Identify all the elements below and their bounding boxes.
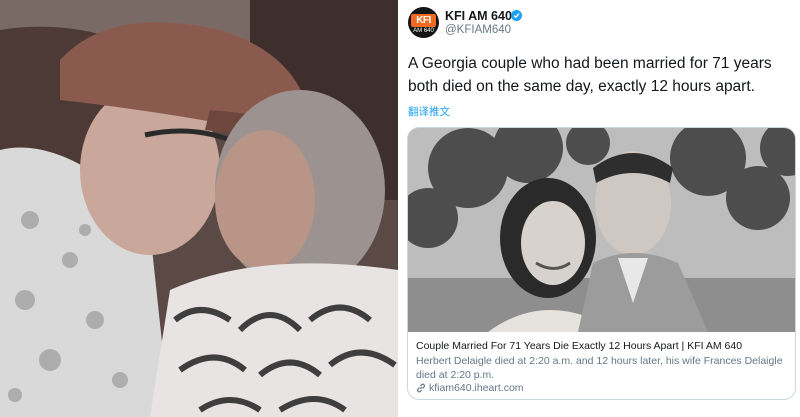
- link-icon: [416, 383, 426, 396]
- account-display-name[interactable]: KFI AM 640: [445, 9, 512, 23]
- card-link[interactable]: kfiam640.iheart.com: [416, 382, 524, 396]
- card-domain: kfiam640.iheart.com: [429, 382, 524, 394]
- avatar-logo-text: KFI: [411, 14, 436, 27]
- tweet-panel: KFI AM 640 KFI AM 640 @KFIAM640 A Georgi…: [400, 0, 800, 417]
- card-title[interactable]: Couple Married For 71 Years Die Exactly …: [416, 340, 742, 352]
- translate-tweet-link[interactable]: 翻译推文: [408, 104, 450, 119]
- elderly-couple-photo: [0, 0, 398, 417]
- link-preview-card[interactable]: Couple Married For 71 Years Die Exactly …: [407, 127, 796, 400]
- card-image-vintage-couple: [408, 128, 795, 332]
- account-handle[interactable]: @KFIAM640: [445, 24, 511, 36]
- card-description: Herbert Delaigle died at 2:20 a.m. and 1…: [416, 355, 783, 381]
- avatar-logo-subtext: AM 640: [413, 28, 434, 34]
- account-avatar[interactable]: KFI AM 640: [408, 7, 439, 38]
- verified-badge-icon: [511, 10, 522, 21]
- tweet-text: A Georgia couple who had been married fo…: [408, 55, 772, 95]
